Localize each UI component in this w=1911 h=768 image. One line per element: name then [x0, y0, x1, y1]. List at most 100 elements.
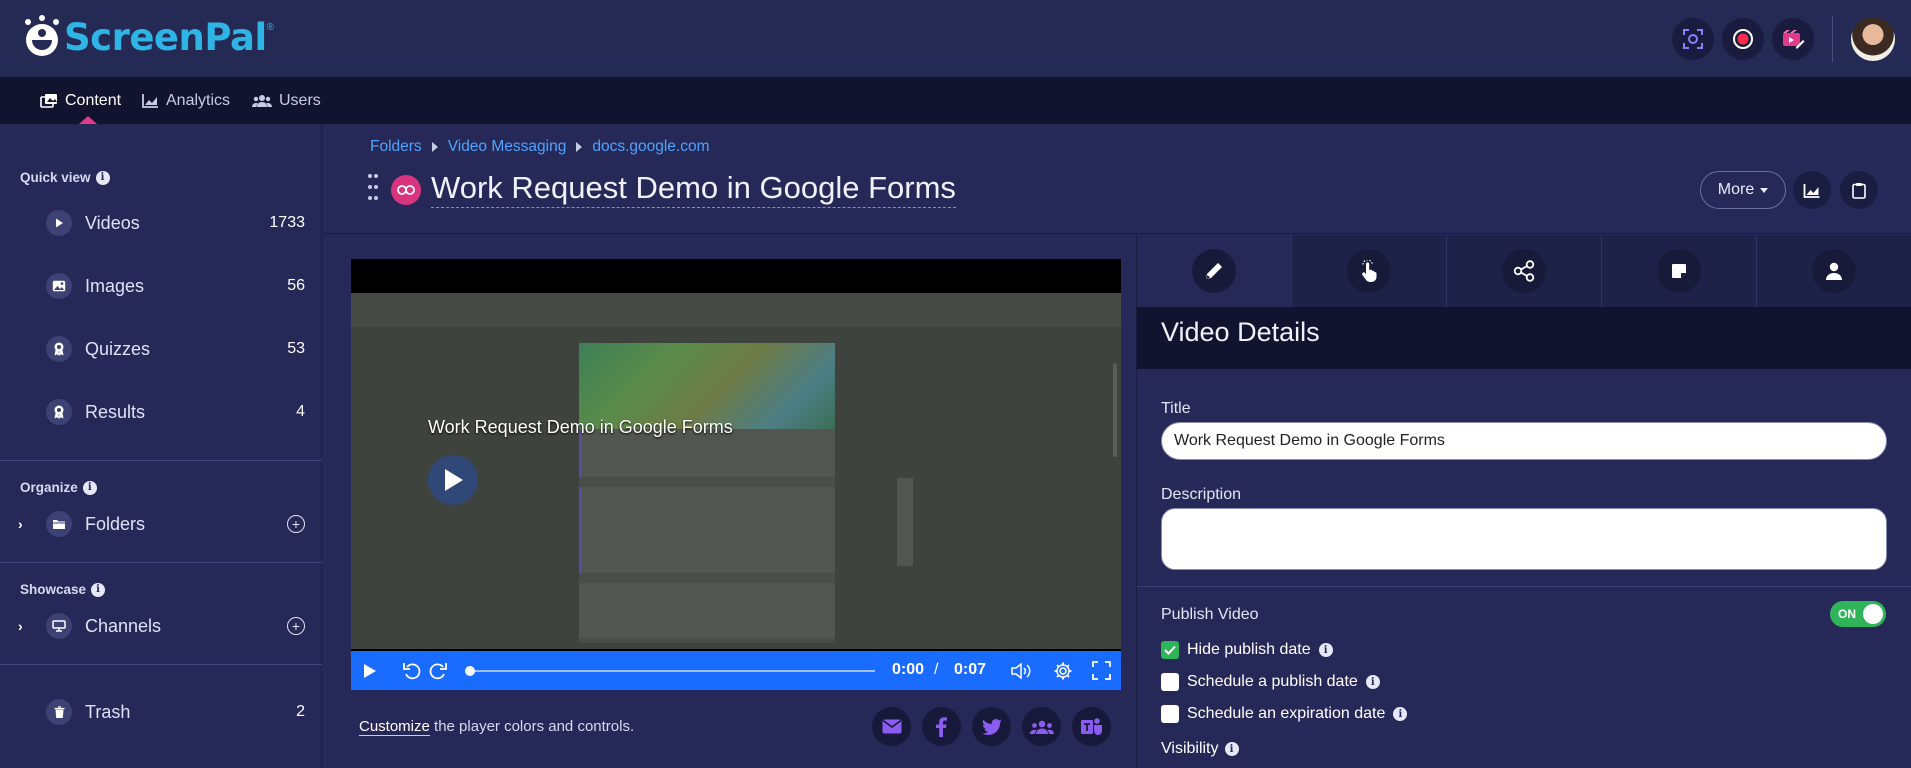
sidebar-item-videos[interactable]: Videos 1733 — [0, 203, 322, 243]
description-textarea[interactable] — [1161, 508, 1887, 570]
record-button[interactable] — [1722, 18, 1764, 60]
sidebar-item-label: Videos — [85, 212, 140, 233]
video-frame-toolbar — [351, 293, 1121, 327]
fullscreen-button[interactable] — [1089, 651, 1113, 690]
play-button[interactable] — [359, 651, 381, 690]
chevron-right-icon[interactable]: › — [18, 618, 23, 634]
share-group-button[interactable] — [1022, 707, 1061, 746]
info-icon[interactable]: i — [95, 170, 110, 185]
publish-toggle[interactable]: ON — [1830, 601, 1886, 627]
tab-viewers[interactable] — [1757, 235, 1911, 307]
content-icon — [40, 93, 57, 108]
video-editor-icon — [1783, 30, 1805, 49]
time-separator: / — [934, 661, 939, 678]
screenshot-button[interactable] — [1672, 18, 1714, 60]
hide-publish-date-checkbox[interactable] — [1161, 641, 1179, 659]
clipboard-button[interactable] — [1840, 171, 1878, 209]
breadcrumb-folders[interactable]: Folders — [370, 138, 422, 156]
video-frame-card — [579, 487, 835, 573]
sidebar-item-channels[interactable]: › Channels + — [0, 606, 322, 646]
share-teams-button[interactable] — [1072, 707, 1111, 746]
fullscreen-icon — [1091, 661, 1111, 680]
forward-button[interactable] — [427, 651, 449, 690]
info-icon[interactable]: i — [82, 480, 97, 495]
sidebar-item-count: 56 — [287, 277, 305, 294]
check-icon — [1164, 645, 1176, 655]
add-channel-icon[interactable]: + — [287, 617, 305, 635]
title-input[interactable]: Work Request Demo in Google Forms — [1161, 422, 1887, 460]
share-facebook-button[interactable] — [922, 707, 961, 746]
settings-button[interactable] — [1051, 651, 1075, 690]
customize-link[interactable]: Customize — [359, 718, 430, 736]
rewind-button[interactable] — [401, 651, 423, 690]
schedule-publish-checkbox[interactable] — [1161, 673, 1179, 691]
sidebar-item-label: Images — [85, 275, 145, 296]
tab-interactions[interactable] — [1292, 235, 1447, 307]
big-play-button[interactable] — [428, 455, 478, 505]
progress-knob[interactable] — [465, 666, 475, 676]
video-section: Work Request Demo in Google Forms 0:00 /… — [323, 235, 1136, 768]
sidebar-item-images[interactable]: Images 56 — [0, 266, 322, 306]
channel-icon — [46, 613, 72, 639]
tab-details[interactable] — [1137, 235, 1292, 307]
progress-track[interactable] — [469, 670, 875, 672]
share-buttons — [872, 707, 1111, 746]
content-header: Folders Video Messaging docs.google.com … — [323, 124, 1911, 234]
record-icon — [1733, 29, 1753, 49]
caret-down-icon — [1760, 187, 1769, 193]
share-twitter-button[interactable] — [972, 707, 1011, 746]
schedule-expiration-checkbox[interactable] — [1161, 705, 1179, 723]
showcase-heading: Showcase i — [20, 582, 106, 597]
ribbon-icon — [46, 336, 72, 362]
schedule-publish-label: Schedule a publish date — [1187, 673, 1358, 690]
sidebar-item-quizzes[interactable]: Quizzes 53 — [0, 329, 322, 369]
info-icon[interactable]: i — [91, 582, 106, 597]
panel-tabs — [1137, 235, 1911, 307]
drag-handle-icon[interactable] — [368, 174, 378, 204]
twitter-icon — [981, 718, 1002, 735]
tab-share[interactable] — [1447, 235, 1602, 307]
breadcrumb-docs-google[interactable]: docs.google.com — [592, 138, 709, 156]
sidebar-item-label: Quizzes — [85, 338, 151, 359]
share-email-button[interactable] — [872, 707, 911, 746]
volume-icon — [1011, 661, 1031, 680]
chevron-right-icon[interactable]: › — [18, 516, 23, 532]
user-avatar[interactable] — [1851, 17, 1895, 61]
info-icon[interactable]: i — [1318, 643, 1333, 657]
more-button[interactable]: More — [1700, 171, 1786, 209]
sidebar-item-trash[interactable]: Trash 2 — [0, 692, 322, 732]
nav-users-label: Users — [279, 91, 321, 109]
video-editor-button[interactable] — [1772, 18, 1814, 60]
page-title[interactable]: Work Request Demo in Google Forms — [431, 170, 956, 208]
sidebar-item-results[interactable]: Results 4 — [0, 392, 322, 432]
nav-users[interactable]: Users — [252, 77, 321, 124]
schedule-publish-row: Schedule a publish date i — [1161, 673, 1380, 691]
sidebar-item-count: 53 — [287, 340, 305, 357]
add-folder-icon[interactable]: + — [287, 515, 305, 533]
publish-toggle-label: ON — [1838, 607, 1856, 621]
breadcrumb-separator-icon — [576, 142, 583, 152]
nav-analytics[interactable]: Analytics — [142, 77, 230, 124]
toggle-knob — [1863, 604, 1883, 624]
video-frame-tools — [897, 478, 913, 566]
sidebar-item-count: 1733 — [269, 214, 305, 231]
video-overlay-title: Work Request Demo in Google Forms — [428, 417, 733, 437]
tab-notes[interactable] — [1602, 235, 1757, 307]
info-icon[interactable]: i — [1224, 742, 1239, 756]
info-icon[interactable]: i — [1393, 707, 1408, 721]
brand-registered-mark: ® — [266, 21, 275, 33]
forward-icon — [429, 662, 447, 679]
volume-button[interactable] — [1009, 651, 1033, 690]
video-analytics-button[interactable] — [1793, 171, 1831, 209]
hide-publish-date-row: Hide publish date i — [1161, 641, 1333, 659]
breadcrumb-video-messaging[interactable]: Video Messaging — [448, 138, 567, 156]
video-player[interactable]: Work Request Demo in Google Forms 0:00 /… — [351, 259, 1121, 690]
play-icon — [364, 663, 376, 678]
sidebar-item-folders[interactable]: › Folders + — [0, 504, 322, 544]
visibility-row: Visibility i — [1161, 740, 1239, 758]
toolbar-divider — [1832, 16, 1833, 62]
info-icon[interactable]: i — [1365, 675, 1380, 689]
users-icon — [252, 94, 272, 107]
breadcrumb-separator-icon — [431, 142, 438, 152]
screenpal-logo[interactable]: ScreenPal ® — [22, 14, 274, 60]
